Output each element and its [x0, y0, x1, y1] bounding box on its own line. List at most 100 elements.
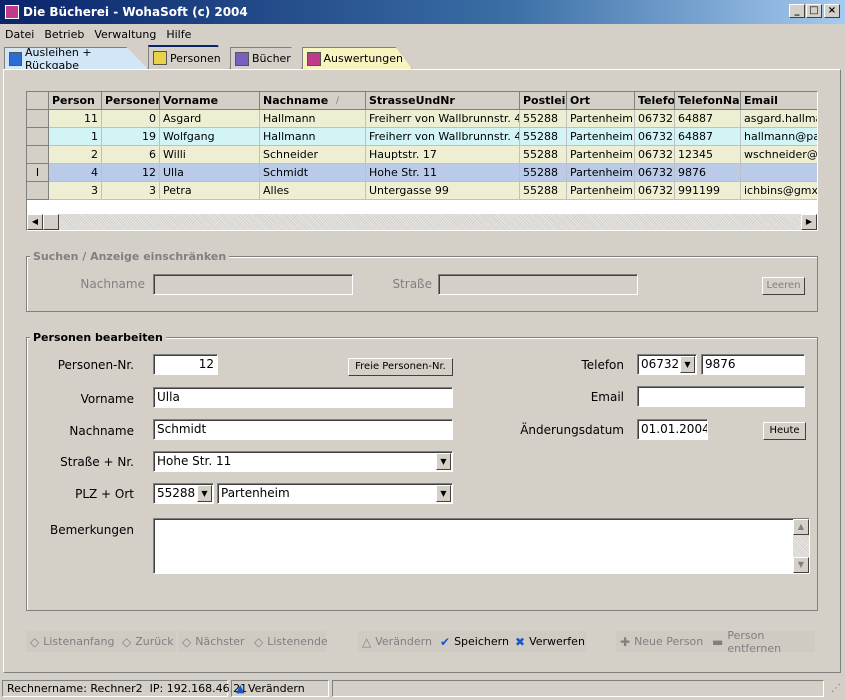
table-cell[interactable]: Schneider [260, 146, 366, 164]
table-cell[interactable]: Hohe Str. 11 [366, 164, 520, 182]
table-cell[interactable]: 0 [102, 110, 160, 128]
column-header[interactable]: StrasseUndNr [366, 92, 520, 110]
table-cell[interactable] [741, 164, 817, 182]
table-cell[interactable]: Schmidt [260, 164, 366, 182]
scroll-up-icon[interactable]: ▲ [793, 519, 809, 535]
tab-auswertungen[interactable]: Auswertungen [302, 47, 412, 69]
search-nachname-input[interactable] [153, 274, 353, 295]
plz-combo[interactable]: 55288 ▼ [153, 483, 214, 504]
table-cell[interactable]: 3 [49, 182, 102, 200]
menu-betrieb[interactable]: Betrieb [39, 28, 89, 41]
table-cell[interactable]: 55288 [520, 182, 567, 200]
table-cell[interactable]: 06732 [635, 146, 675, 164]
discard-button[interactable]: ✖ Verwerfen [511, 631, 586, 652]
table-cell[interactable]: 55288 [520, 146, 567, 164]
column-header[interactable]: Email [741, 92, 817, 110]
grid-horizontal-scrollbar[interactable]: ◀ ▶ [27, 214, 817, 230]
table-cell[interactable]: 64887 [675, 128, 741, 146]
table-cell[interactable]: Hallmann [260, 110, 366, 128]
row-indicator[interactable] [27, 146, 49, 164]
nachname-input[interactable]: Schmidt [153, 419, 453, 440]
column-header[interactable]: Vorname [160, 92, 260, 110]
table-cell[interactable]: 12 [102, 164, 160, 182]
scroll-down-icon[interactable]: ▼ [793, 557, 809, 573]
scroll-right-icon[interactable]: ▶ [801, 214, 817, 230]
row-indicator[interactable] [27, 182, 49, 200]
resize-grip-icon[interactable]: ⋰ [831, 683, 841, 694]
column-header[interactable]: TelefonNac [675, 92, 741, 110]
table-cell[interactable]: Partenheim [567, 146, 635, 164]
close-button[interactable]: × [824, 4, 840, 18]
aenderungsdatum-input[interactable]: 01.01.2004 [637, 419, 708, 440]
maximize-button[interactable]: □ [806, 4, 822, 18]
table-cell[interactable]: Freiherr von Wallbrunnstr. 42 [366, 128, 520, 146]
chevron-down-icon[interactable]: ▼ [197, 485, 212, 502]
table-cell[interactable]: 4 [49, 164, 102, 182]
chevron-down-icon[interactable]: ▼ [680, 356, 695, 373]
table-cell[interactable]: Willi [160, 146, 260, 164]
table-cell[interactable]: 1 [49, 128, 102, 146]
column-header[interactable]: Telefo [635, 92, 675, 110]
tab-personen[interactable]: Personen [148, 45, 230, 69]
search-strasse-input[interactable] [438, 274, 638, 295]
chevron-down-icon[interactable]: ▼ [436, 485, 451, 502]
table-cell[interactable]: ichbins@gmx.de [741, 182, 817, 200]
menu-verwaltung[interactable]: Verwaltung [89, 28, 161, 41]
vorname-input[interactable]: Ulla [153, 387, 453, 408]
ort-combo[interactable]: Partenheim ▼ [217, 483, 453, 504]
table-cell[interactable]: Partenheim [567, 110, 635, 128]
table-cell[interactable]: asgard.hallman [741, 110, 817, 128]
column-header[interactable]: Person [49, 92, 102, 110]
row-indicator[interactable] [27, 128, 49, 146]
save-button[interactable]: ✔ Speichern [436, 631, 511, 652]
heute-button[interactable]: Heute [763, 422, 806, 440]
next-record-button[interactable]: ◇ Nächster [178, 631, 250, 652]
table-cell[interactable]: Partenheim [567, 128, 635, 146]
tab-ausleihen[interactable]: Ausleihen + Rückgabe [4, 47, 148, 69]
table-cell[interactable]: Petra [160, 182, 260, 200]
email-input[interactable] [637, 386, 805, 407]
table-cell[interactable]: Untergasse 99 [366, 182, 520, 200]
column-header[interactable]: Personen [102, 92, 160, 110]
new-person-button[interactable]: ✚ Neue Person [616, 631, 708, 652]
table-cell[interactable]: 55288 [520, 164, 567, 182]
bemerkungen-textarea[interactable]: ▲ ▼ [153, 518, 810, 574]
scroll-left-icon[interactable]: ◀ [27, 214, 43, 230]
strasse-combo[interactable]: Hohe Str. 11 ▼ [153, 451, 453, 472]
table-cell[interactable]: 55288 [520, 110, 567, 128]
table-cell[interactable]: hallmann@parte [741, 128, 817, 146]
table-cell[interactable]: Ulla [160, 164, 260, 182]
clear-button[interactable]: Leeren [762, 277, 805, 295]
prev-record-button[interactable]: ◇ Zurück [118, 631, 176, 652]
table-cell[interactable]: 2 [49, 146, 102, 164]
menu-hilfe[interactable]: Hilfe [161, 28, 196, 41]
table-cell[interactable]: Freiherr von Wallbrunnstr. 42 [366, 110, 520, 128]
last-record-button[interactable]: ◇ Listenende [250, 631, 328, 652]
table-cell[interactable]: Hallmann [260, 128, 366, 146]
column-header[interactable]: Ort [567, 92, 635, 110]
telefon-input[interactable]: 9876 [701, 354, 805, 375]
textarea-scrollbar[interactable]: ▲ ▼ [793, 519, 809, 573]
remove-person-button[interactable]: ▬ Person entfernen [708, 629, 815, 655]
table-cell[interactable]: Hauptstr. 17 [366, 146, 520, 164]
column-header[interactable]: Nachname / [260, 92, 366, 110]
table-cell[interactable]: 06732 [635, 182, 675, 200]
table-cell[interactable]: 64887 [675, 110, 741, 128]
table-cell[interactable]: 6 [102, 146, 160, 164]
column-header[interactable]: Postlei [520, 92, 567, 110]
table-cell[interactable]: Wolfgang [160, 128, 260, 146]
change-button[interactable]: △ Verändern [358, 631, 436, 652]
scroll-thumb[interactable] [43, 214, 59, 230]
table-cell[interactable]: 06732 [635, 110, 675, 128]
chevron-down-icon[interactable]: ▼ [436, 453, 451, 470]
table-cell[interactable]: Partenheim [567, 164, 635, 182]
free-number-button[interactable]: Freie Personen-Nr. [348, 358, 453, 376]
tab-buecher[interactable]: Bücher [230, 47, 302, 69]
table-cell[interactable]: 991199 [675, 182, 741, 200]
menu-datei[interactable]: Datei [0, 28, 39, 41]
table-cell[interactable]: 9876 [675, 164, 741, 182]
vorwahl-combo[interactable]: 06732 ▼ [637, 354, 697, 375]
row-indicator[interactable]: I [27, 164, 49, 182]
table-cell[interactable]: 3 [102, 182, 160, 200]
table-cell[interactable]: Alles [260, 182, 366, 200]
